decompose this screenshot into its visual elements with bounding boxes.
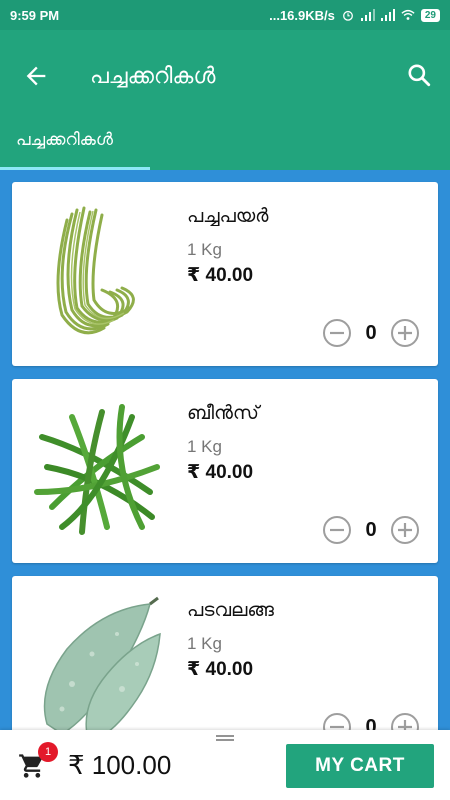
page-title: പച്ചക്കറികൾ: [90, 63, 216, 88]
product-card[interactable]: ബീൻസ് 1 Kg ₹ 40.00 0: [12, 379, 438, 563]
product-price: ₹ 40.00: [187, 462, 254, 483]
wifi-icon: [401, 9, 415, 20]
cart-count-badge: 1: [38, 742, 58, 762]
battery-icon: 29: [420, 8, 440, 22]
status-indicators: ...16.9KB/s 29: [269, 8, 440, 23]
product-price: ₹ 40.00: [187, 265, 254, 286]
product-image-long-beans: [56, 206, 135, 335]
product-quantity: 1 Kg: [187, 437, 222, 456]
product-list[interactable]: പച്ചപയർ 1 Kg ₹ 40.00 0 ബീൻസ് 1 Kg ₹ 40.0…: [0, 170, 450, 730]
quantity-stepper: 0: [322, 515, 420, 545]
plus-circle-icon[interactable]: [390, 515, 420, 545]
minus-circle-icon[interactable]: [322, 712, 352, 730]
plus-circle-icon[interactable]: [390, 712, 420, 730]
item-count: 0: [365, 518, 377, 541]
product-quantity: 1 Kg: [187, 240, 222, 259]
item-count: 0: [365, 715, 377, 731]
alarm-icon: [342, 10, 353, 21]
item-count: 0: [365, 321, 377, 344]
cart-bar: 1 ₹ 100.00 MY CART: [0, 730, 450, 800]
quantity-stepper: 0: [322, 712, 420, 730]
product-image-beans: [34, 404, 160, 535]
status-bar: 9:59 PM ...16.9KB/s 29: [0, 0, 450, 30]
product-quantity: 1 Kg: [187, 634, 222, 653]
back-arrow-icon[interactable]: [22, 62, 50, 90]
network-speed: ...16.9KB/s: [269, 7, 335, 23]
product-card[interactable]: പടവലങ്ങ 1 Kg ₹ 40.00 0: [12, 576, 438, 730]
minus-circle-icon[interactable]: [322, 515, 352, 545]
my-cart-button[interactable]: MY CART: [286, 744, 434, 788]
cart-total: ₹ 100.00: [68, 750, 172, 780]
tab-vegetables[interactable]: പച്ചക്കറികൾ: [0, 126, 150, 170]
status-time: 9:59 PM: [10, 7, 60, 23]
app-bar: പച്ചക്കറികൾ പച്ചക്കറികൾ: [0, 30, 450, 170]
product-name: പച്ചപയർ: [187, 206, 269, 227]
quantity-stepper: 0: [322, 318, 420, 348]
product-price: ₹ 40.00: [187, 659, 254, 680]
signal-icon: [360, 9, 375, 21]
product-name: ബീൻസ്: [187, 403, 259, 424]
minus-circle-icon[interactable]: [322, 318, 352, 348]
product-image-snake-gourd: [43, 596, 161, 730]
search-icon[interactable]: [406, 62, 432, 88]
product-card[interactable]: പച്ചപയർ 1 Kg ₹ 40.00 0: [12, 182, 438, 366]
drag-handle-icon[interactable]: [216, 735, 234, 741]
signal-icon-2: [380, 9, 395, 21]
tab-label: പച്ചക്കറികൾ: [16, 130, 113, 149]
plus-circle-icon[interactable]: [390, 318, 420, 348]
product-name: പടവലങ്ങ: [187, 600, 274, 621]
